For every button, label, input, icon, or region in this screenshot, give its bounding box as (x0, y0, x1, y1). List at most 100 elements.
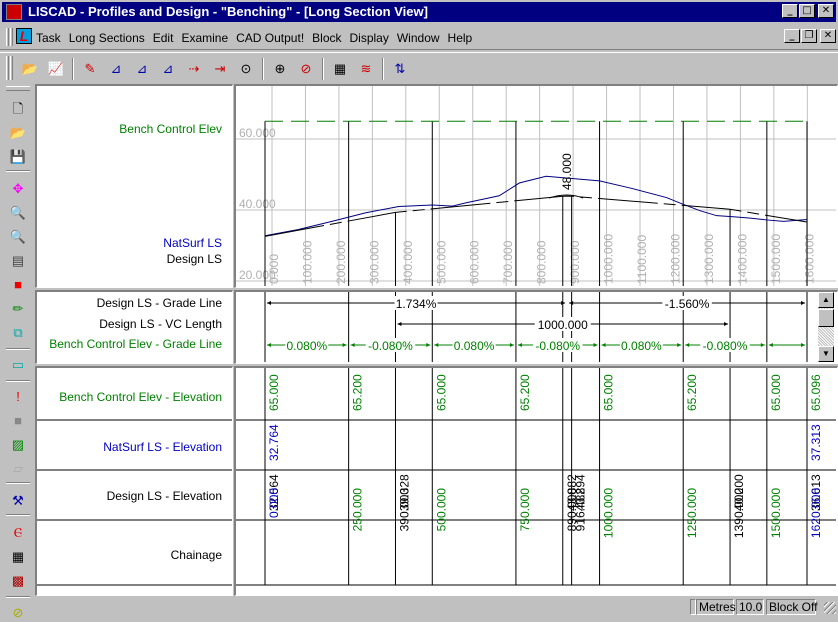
table-cell-chainage: 750.000 (518, 488, 532, 532)
arrow-right-icon (426, 343, 431, 347)
menu-block[interactable]: Block (312, 31, 341, 45)
zoom-previous-icon[interactable]: ⊘ (296, 59, 316, 79)
zoom-window-icon[interactable]: ⊕ (270, 59, 290, 79)
arrow-right-icon (801, 301, 805, 305)
series-natsurf-ls[interactable] (264, 175, 808, 237)
toolbar-separator (382, 58, 384, 80)
menu-display[interactable]: Display (350, 31, 389, 45)
pan-icon[interactable]: ✥ (9, 180, 27, 198)
x-tick-label: 1600.000 (802, 234, 816, 284)
status-scale: 10.0 (736, 599, 764, 615)
menu-cad-output[interactable]: CAD Output! (236, 31, 304, 45)
delete-segment-icon[interactable]: ⇥ (210, 59, 230, 79)
edit-design-icon[interactable]: ✎ (80, 59, 100, 79)
resize-grip-icon[interactable] (824, 602, 836, 614)
calculator-icon[interactable]: ▭ (9, 356, 27, 374)
add-curve-icon[interactable]: ⊿ (158, 59, 178, 79)
menu-window[interactable]: Window (397, 31, 440, 45)
save-icon[interactable]: 💾 (9, 148, 27, 166)
toolbar-grip-2 (10, 56, 13, 80)
copy-icon[interactable]: ⧉ (9, 324, 27, 342)
natsurf-elev-row-label: NatSurf LS - Elevation (103, 440, 222, 454)
pattern-icon[interactable]: ▩ (9, 572, 27, 590)
chainage-row-label: Chainage (170, 548, 222, 562)
table-chart-icon[interactable]: ▦ (9, 548, 27, 566)
scroll-up-button[interactable]: ▲ (818, 292, 834, 308)
grade-scrollbar[interactable]: ▲ ▼ (818, 292, 834, 362)
table-cell-chainage: 500.000 (434, 488, 448, 532)
data-table-pane[interactable]: 65.000 32.764 32.564 0.000 65.200 250.000 39.3… (234, 366, 838, 596)
maximize-button[interactable]: □ (799, 4, 815, 18)
table-cell-chainage: 1000.000 (602, 488, 616, 538)
long-section-chart[interactable]: 20.00040.00060.0000.000 100.000 200.000 300… (236, 86, 836, 286)
scroll-down-button[interactable]: ▼ (818, 346, 834, 362)
zoom-out-icon[interactable]: 🔍 (9, 228, 27, 246)
table-cell-chainage: 1390.000 (732, 488, 746, 538)
mdi-restore-button[interactable]: ❐ (801, 29, 817, 43)
design-vc-label: Design LS - VC Length (99, 317, 222, 331)
open-folder-icon[interactable]: 📂 (9, 124, 27, 142)
add-grade-icon[interactable]: ⊿ (106, 59, 126, 79)
benching-icon[interactable]: ⇅ (390, 59, 410, 79)
design-tool-icon[interactable]: ⚒ (9, 492, 27, 510)
network-icon[interactable]: Ⲉ (9, 524, 27, 542)
table-label-pane: Bench Control Elev - Elevation NatSurf L… (35, 366, 233, 596)
left-toolbar-separator (6, 380, 30, 382)
minimize-button[interactable]: _ (782, 4, 798, 18)
scroll-thumb[interactable] (818, 309, 834, 327)
new-file-icon[interactable]: 🗋 (9, 100, 27, 118)
select-icon[interactable]: ■ (9, 412, 27, 430)
left-toolbar-grip[interactable] (6, 86, 30, 91)
mdi-close-button[interactable]: ✕ (820, 29, 836, 43)
add-vc-icon[interactable]: ⊿ (132, 59, 152, 79)
table-cell-chainage: 1500.000 (769, 488, 783, 538)
grade-label: -0.080% (703, 339, 748, 353)
liscad-app-icon[interactable] (6, 4, 22, 20)
table-cell-bench: 65.200 (685, 374, 699, 411)
cross-section-icon[interactable]: ▦ (330, 59, 350, 79)
x-tick-label: 500.000 (434, 240, 448, 284)
arrow-left-icon (267, 301, 271, 305)
mdi-minimize-button[interactable]: _ (784, 29, 800, 43)
table-cell-bench: 65.000 (434, 374, 448, 411)
grade-pane[interactable]: 1.734% -1.560% 1000.000 0.080% -0.080% 0.080%… (234, 290, 838, 364)
arrow-left-icon (267, 343, 271, 347)
menu-long-sections[interactable]: Long Sections (69, 31, 145, 45)
open-long-section-icon[interactable]: 📂 (20, 59, 40, 79)
liscad-logo-icon[interactable]: L (16, 28, 32, 44)
menu-help[interactable]: Help (448, 31, 473, 45)
left-toolbar-separator (6, 482, 30, 484)
left-toolbar-separator (6, 348, 30, 350)
long-section-graph-pane[interactable]: 20.000 40.000 60.000 0.000 100.000 200.000 300… (234, 84, 838, 288)
menu-examine[interactable]: Examine (181, 31, 228, 45)
profile-icon[interactable]: ≋ (356, 59, 376, 79)
delete-point-icon[interactable]: ⇢ (184, 59, 204, 79)
formula-icon[interactable]: ▱ (9, 460, 27, 478)
close-button[interactable]: ✕ (818, 4, 834, 18)
grade-label: 1000.000 (538, 318, 588, 332)
design-label: Design LS (166, 252, 222, 266)
table-cell-bench: 65.000 (602, 374, 616, 411)
zoom-in-icon[interactable]: 🔍 (9, 204, 27, 222)
toolbar-grip[interactable] (6, 56, 9, 80)
table-cell-bench: 65.096 (809, 374, 823, 411)
frame-icon[interactable]: ▤ (9, 252, 27, 270)
arrow-left-icon (397, 322, 402, 326)
graph-label-pane: Bench Control Elev NatSurf LS Design LS (35, 84, 233, 288)
open-design-icon[interactable]: 📈 (46, 59, 66, 79)
alert-icon[interactable]: ! (9, 388, 27, 406)
hatch-icon[interactable]: ▨ (9, 436, 27, 454)
menu-task[interactable]: Task (36, 31, 61, 45)
layer-color-icon[interactable]: ■ (9, 276, 27, 294)
menu-edit[interactable]: Edit (153, 31, 174, 45)
title-bar: LISCAD - Profiles and Design - "Benching… (0, 0, 838, 22)
arrow-left-icon (685, 343, 690, 347)
bench-control-label: Bench Control Elev (119, 122, 222, 136)
x-tick-label: 300.000 (367, 240, 381, 284)
table-cell-natsurf: 37.313 (809, 424, 823, 461)
toolbar-separator (322, 58, 324, 80)
grade-label: -0.080% (368, 339, 413, 353)
pencil-icon[interactable]: ✏ (9, 300, 27, 318)
examine-icon[interactable]: ⊙ (236, 59, 256, 79)
menu-grip[interactable] (6, 28, 9, 46)
